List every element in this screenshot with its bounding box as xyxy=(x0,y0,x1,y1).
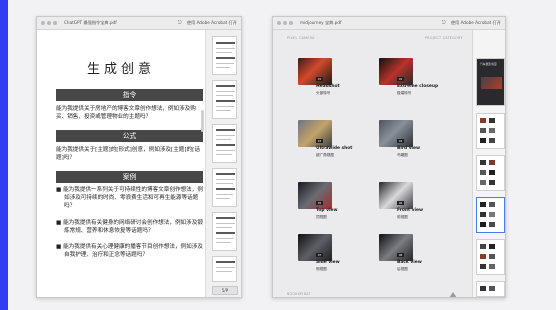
bullet-item: ■ 能为我提供有关心理健康的播客节目创作想法，例如涉及自我护理、治疗和正念等话题… xyxy=(56,244,203,259)
card-tag: 05 xyxy=(316,201,323,205)
bullet-item: ■ 能为我提供一系列关于可持续性的博客文章创作想法，例如涉及可持续的时尚、零浪费… xyxy=(56,187,203,210)
card-title: Ultrawide shot xyxy=(316,146,353,151)
doc-title: 生成创意 xyxy=(86,62,155,77)
card-tag: 01 xyxy=(316,77,323,81)
card-title: Back view xyxy=(397,260,422,265)
card-title: Top view xyxy=(316,208,338,213)
page-thumbnail[interactable] xyxy=(476,155,505,191)
section-header: 案例 xyxy=(56,171,203,183)
section-header: 公式 xyxy=(56,130,203,142)
page-thumbnail[interactable] xyxy=(212,80,237,119)
scroll-indicator[interactable] xyxy=(201,110,204,132)
page-header-right: PROJECT CATEGORY xyxy=(425,36,463,40)
thumbnail-rail: 汽车摄影角度 xyxy=(472,30,505,297)
minimize-dot[interactable] xyxy=(47,21,51,25)
card-subtitle: 侧视图 xyxy=(316,267,327,271)
page-thumbnail[interactable] xyxy=(476,239,505,275)
document-page: PIXEL CAMERA PROJECT CATEGORY 01 Headsho… xyxy=(273,30,471,297)
minimize-dot[interactable] xyxy=(283,21,287,25)
card-title: Bird view xyxy=(397,146,421,151)
page-thumbnail[interactable]: 汽车摄影角度 xyxy=(476,58,505,106)
card-subtitle: 超广角视图 xyxy=(316,153,334,157)
logo-mark xyxy=(449,292,457,297)
card-tag: 03 xyxy=(316,139,323,143)
car-photo xyxy=(379,58,413,85)
share-icon[interactable]: ⎋ xyxy=(442,20,446,26)
card-tag: 04 xyxy=(397,139,404,143)
close-dot[interactable] xyxy=(277,21,281,25)
car-photo xyxy=(379,234,413,261)
page-thumbnail[interactable] xyxy=(212,212,237,251)
close-dot[interactable] xyxy=(41,21,45,25)
card-tag: 08 xyxy=(397,253,404,257)
car-photo xyxy=(379,120,413,147)
zoom-dot[interactable] xyxy=(289,21,293,25)
thumbnail-rail: 5/P xyxy=(205,30,241,297)
card-subtitle: 顶视图 xyxy=(316,215,327,219)
pdf-window-left: ChatGPT 最强指令宝典.pdf ⎋ 使用 Adobe Acrobat 打开… xyxy=(36,16,242,298)
thumbnail-image xyxy=(481,77,502,89)
zoom-dot[interactable] xyxy=(53,21,57,25)
car-photo xyxy=(298,234,332,261)
window-title: midjourney 宝典.pdf xyxy=(300,20,342,25)
page-thumbnail[interactable] xyxy=(212,168,237,207)
section-header: 指令 xyxy=(56,89,203,101)
pdf-window-right: midjourney 宝典.pdf ⎋ 使用 Adobe Acrobat 打开 … xyxy=(272,16,506,298)
share-icon[interactable]: ⎋ xyxy=(178,20,182,26)
car-photo xyxy=(298,58,332,85)
card-tag: 06 xyxy=(397,201,404,205)
card-title: Extreme closeup xyxy=(397,84,439,89)
page-thumbnail[interactable] xyxy=(476,281,505,297)
card-subtitle: 头部特写 xyxy=(316,91,331,95)
thumbnail-caption: 汽车摄影角度 xyxy=(480,62,497,66)
open-with-button[interactable]: 使用 Adobe Acrobat 打开 xyxy=(451,20,501,26)
page-footer-left: BOOKSPIRAT xyxy=(287,292,311,296)
titlebar: ChatGPT 最强指令宝典.pdf ⎋ 使用 Adobe Acrobat 打开 xyxy=(37,17,241,30)
page-number-button[interactable]: 5/P xyxy=(212,286,238,295)
card-subtitle: 鸟瞰图 xyxy=(397,153,408,157)
card-tag: 02 xyxy=(397,77,404,81)
page-header-left: PIXEL CAMERA xyxy=(287,36,315,40)
window-title: ChatGPT 最强指令宝典.pdf xyxy=(64,20,117,25)
open-with-button[interactable]: 使用 Adobe Acrobat 打开 xyxy=(187,20,237,26)
car-photo xyxy=(298,182,332,209)
card-title: Headshot xyxy=(316,84,340,89)
page-thumbnail[interactable] xyxy=(212,124,237,163)
card-title: Front view xyxy=(397,208,424,213)
bullet-item: ■ 能为我提供有关健身的网络研讨会创作想法，例如涉及锻炼常规、营养和休息恢复等话… xyxy=(56,220,203,235)
document-page: 生成创意 指令 能为我提供关于房地产的博客文章创作想法，例如涉及购买、销售、投资… xyxy=(37,30,205,297)
card-subtitle: 极端特写 xyxy=(397,91,412,95)
page-thumbnail[interactable] xyxy=(212,36,237,75)
card-title: Side view xyxy=(316,260,340,265)
page-thumbnail[interactable] xyxy=(212,256,237,282)
car-photo xyxy=(379,182,413,209)
card-subtitle: 前视图 xyxy=(397,215,408,219)
page-thumbnail-selected[interactable] xyxy=(476,197,505,233)
car-photo xyxy=(298,120,332,147)
section-text: 能为我提供关于[主题]的[形式]创意，例如涉及[主题]的[话题]吗？ xyxy=(56,147,200,162)
card-subtitle: 后视图 xyxy=(397,267,408,271)
titlebar: midjourney 宝典.pdf ⎋ 使用 Adobe Acrobat 打开 xyxy=(273,17,505,30)
section-text: 能为我提供关于房地产的博客文章创作想法，例如涉及购买、销售、投资或管理物业的主题… xyxy=(56,106,196,121)
accent-bar xyxy=(0,0,8,310)
card-tag: 07 xyxy=(316,253,323,257)
page-thumbnail[interactable] xyxy=(476,113,505,149)
